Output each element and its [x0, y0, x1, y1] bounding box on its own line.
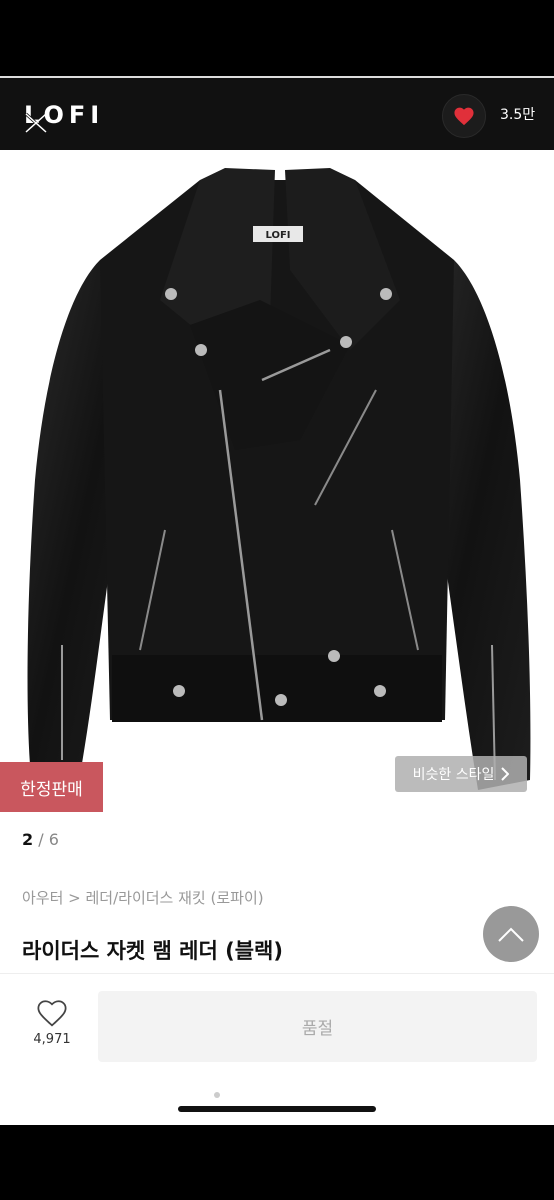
- similar-style-label: 비슷한 스타일: [412, 767, 495, 783]
- like-button-bottom[interactable]: 4,971: [30, 998, 74, 1047]
- soldout-button[interactable]: 품절: [98, 991, 537, 1062]
- like-count-bottom: 4,971: [33, 1032, 71, 1047]
- pager-total: 6: [48, 830, 59, 849]
- similar-style-button[interactable]: 비슷한 스타일: [395, 756, 527, 792]
- product-page: LOFI 한정판매 비슷한 스타일 2 / 6 아우터 > 레더/라이더스 재킷…: [0, 150, 554, 1125]
- status-area: [0, 0, 554, 76]
- chevron-up-icon: [498, 927, 524, 942]
- image-pager: 2 / 6: [22, 830, 59, 849]
- heart-outline-icon: [37, 1000, 67, 1027]
- brand-logo-x-mark: [24, 112, 48, 134]
- like-button-header[interactable]: [442, 94, 486, 138]
- chevron-right-icon: [501, 767, 510, 781]
- page-dot: [214, 1092, 220, 1098]
- product-image[interactable]: LOFI: [0, 150, 554, 812]
- product-title: 라이더스 자켓 램 레더 (블랙): [22, 939, 283, 963]
- breadcrumb[interactable]: 아우터 > 레더/라이더스 재킷 (로파이): [22, 887, 264, 908]
- bottom-action-bar: 4,971 품절: [0, 973, 554, 1125]
- jacket-illustration: LOFI: [27, 168, 531, 790]
- pager-current: 2: [22, 830, 34, 849]
- pager-separator: /: [33, 830, 49, 849]
- scroll-to-top-button[interactable]: [483, 906, 539, 962]
- limited-sale-badge: 한정판매: [0, 762, 103, 812]
- heart-icon: [454, 107, 474, 126]
- jacket-label-text: LOFI: [265, 230, 290, 241]
- home-indicator[interactable]: [178, 1106, 376, 1112]
- like-count-header: 3.5만: [500, 107, 536, 123]
- bottom-area: [0, 1125, 554, 1200]
- brand-logo[interactable]: LOFI: [24, 100, 104, 134]
